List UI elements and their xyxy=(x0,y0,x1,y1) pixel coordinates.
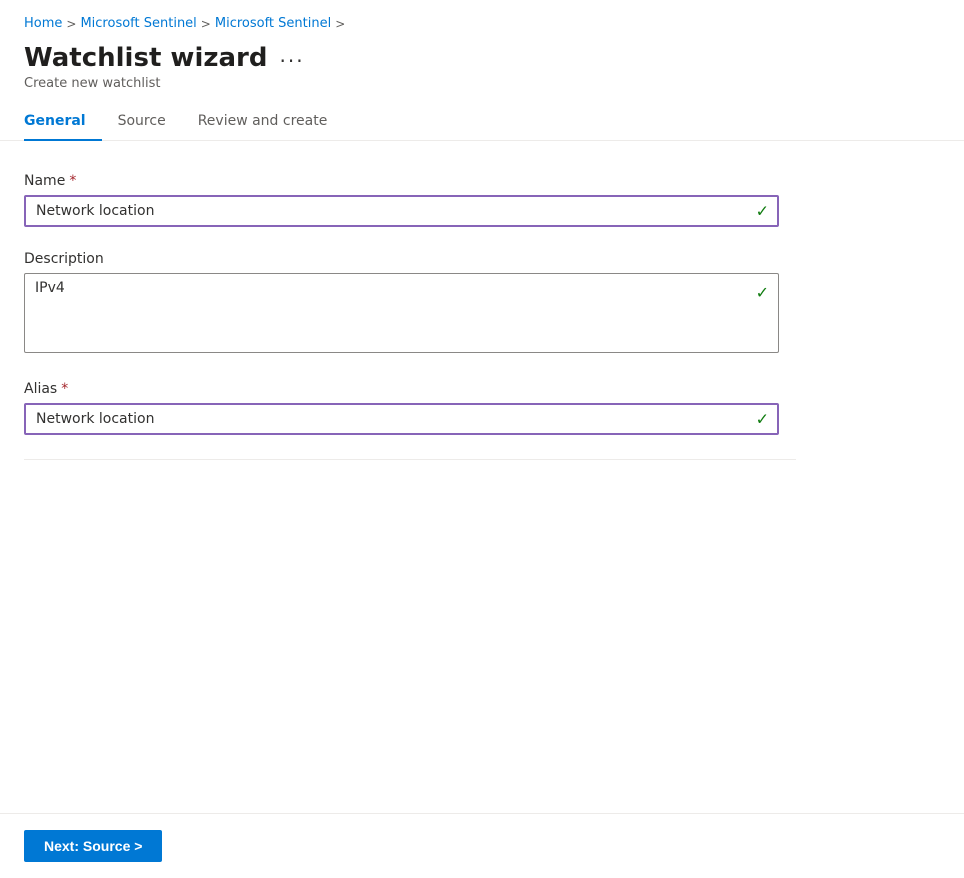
page-title: Watchlist wizard xyxy=(24,43,267,74)
breadcrumb-separator-1: > xyxy=(66,17,76,31)
name-field-group: Name * ✓ xyxy=(24,173,796,227)
page-title-block: Watchlist wizard Create new watchlist xyxy=(24,43,267,91)
breadcrumb-separator-3: > xyxy=(335,17,345,31)
alias-input[interactable] xyxy=(24,403,779,435)
name-required-star: * xyxy=(69,173,76,189)
alias-required-star: * xyxy=(61,381,68,397)
name-checkmark-icon: ✓ xyxy=(756,202,769,221)
breadcrumb-sentinel-1[interactable]: Microsoft Sentinel xyxy=(80,16,196,31)
alias-checkmark-icon: ✓ xyxy=(756,410,769,429)
description-checkmark-icon: ✓ xyxy=(756,283,769,302)
more-options-button[interactable]: ··· xyxy=(279,49,304,73)
description-input-wrapper: IPv4 ✓ xyxy=(24,273,779,357)
tabs-bar: General Source Review and create xyxy=(0,103,964,141)
alias-field-group: Alias * ✓ xyxy=(24,381,796,435)
next-source-button[interactable]: Next: Source > xyxy=(24,830,162,862)
alias-label: Alias * xyxy=(24,381,796,397)
page-container: Home > Microsoft Sentinel > Microsoft Se… xyxy=(0,0,964,878)
breadcrumb: Home > Microsoft Sentinel > Microsoft Se… xyxy=(0,0,964,39)
spacer xyxy=(0,649,964,813)
alias-input-wrapper: ✓ xyxy=(24,403,779,435)
name-label: Name * xyxy=(24,173,796,189)
breadcrumb-sentinel-2[interactable]: Microsoft Sentinel xyxy=(215,16,331,31)
page-subtitle: Create new watchlist xyxy=(24,76,267,91)
name-input-wrapper: ✓ xyxy=(24,195,779,227)
description-label: Description xyxy=(24,251,796,267)
breadcrumb-separator-2: > xyxy=(201,17,211,31)
tab-general[interactable]: General xyxy=(24,103,102,141)
name-input[interactable] xyxy=(24,195,779,227)
tab-source[interactable]: Source xyxy=(102,103,182,141)
tab-review-and-create[interactable]: Review and create xyxy=(182,103,344,141)
description-field-group: Description IPv4 ✓ xyxy=(24,251,796,357)
footer: Next: Source > xyxy=(0,813,964,878)
page-header: Watchlist wizard Create new watchlist ··… xyxy=(0,39,964,91)
description-input[interactable]: IPv4 xyxy=(24,273,779,353)
breadcrumb-home[interactable]: Home xyxy=(24,16,62,31)
form-area: Name * ✓ Description IPv4 ✓ Alias * xyxy=(0,141,820,648)
form-divider xyxy=(24,459,796,460)
